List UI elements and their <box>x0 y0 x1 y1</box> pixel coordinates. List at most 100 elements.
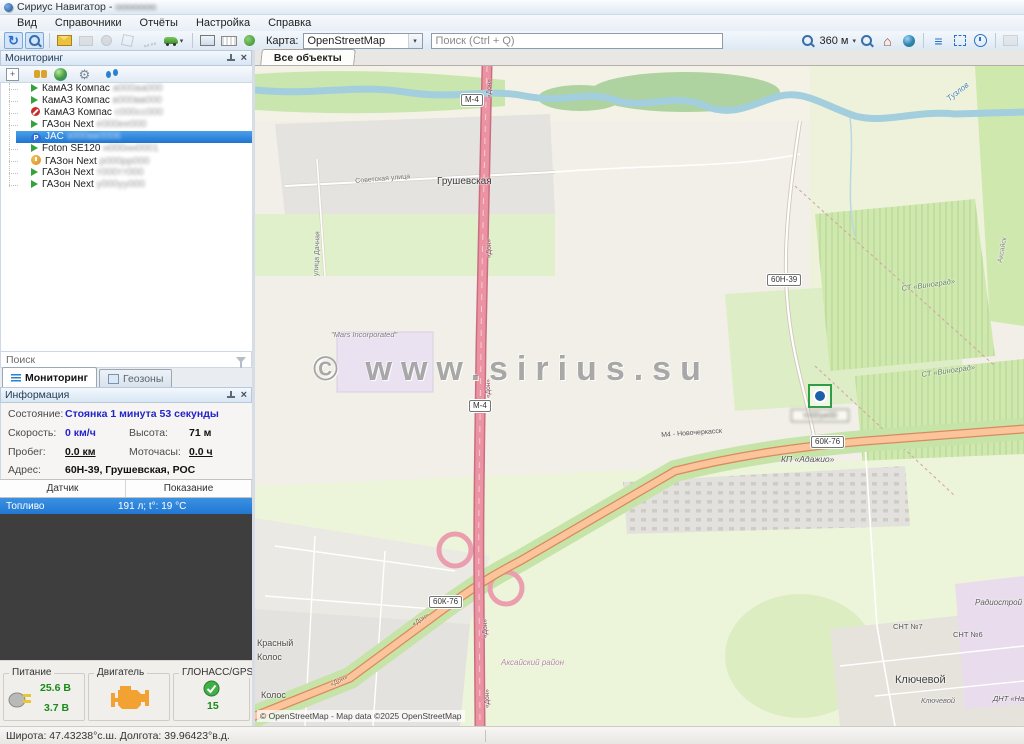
tab-monitoring[interactable]: Мониторинг <box>2 367 97 387</box>
map-label: СНТ №7 <box>893 622 923 631</box>
map-label: «Дон» <box>482 619 489 638</box>
globe-icon <box>54 68 67 81</box>
find-vehicle-button[interactable] <box>29 68 44 81</box>
satellite-icon <box>203 680 220 697</box>
vehicle-row[interactable]: ГАЗон Next р000рр000 <box>1 155 252 167</box>
map-label: Ключевой <box>895 674 946 686</box>
tab-geozones[interactable]: Геозоны <box>99 369 172 387</box>
sensor-column-header[interactable]: Показание <box>126 480 252 497</box>
gnss-label: ГЛОНАСС/GPS <box>179 667 256 678</box>
polygon-geozone-button[interactable] <box>118 32 137 49</box>
vehicle-row[interactable]: ГАЗон Next у000уу000 <box>1 179 252 191</box>
pin-icon[interactable] <box>226 391 235 400</box>
vehicle-plate-censored: н000нн0001 <box>103 143 159 154</box>
refresh-icon: ↻ <box>8 34 19 47</box>
circle-geozone-button[interactable] <box>97 32 116 49</box>
vehicle-row[interactable]: КамАЗ Компас а000аа000 <box>1 83 252 95</box>
vehicle-status-icon-moving <box>31 84 38 92</box>
map-select-combo[interactable]: OpenStreetMap ▾ <box>303 33 423 49</box>
vehicle-row[interactable]: ГАЗон Next е000ее000 <box>1 119 252 131</box>
search-tool-button[interactable] <box>25 32 44 49</box>
map-select-value: OpenStreetMap <box>308 35 408 47</box>
map-label: Колос <box>257 652 282 662</box>
toolbar-separator <box>192 33 193 48</box>
zoom-out-button[interactable] <box>857 32 876 49</box>
monitor-button[interactable] <box>198 32 217 49</box>
map-label: Аксайск <box>997 237 1008 264</box>
car-icon <box>164 37 178 44</box>
home-button[interactable]: ⌂ <box>878 32 897 49</box>
vehicle-row[interactable]: ГАЗон Next т000тт000 <box>1 167 252 179</box>
vehicle-name: КамАЗ Компас <box>44 107 115 118</box>
hours-value[interactable]: 0.0 ч <box>189 446 213 458</box>
open-folder-button[interactable] <box>76 32 95 49</box>
close-icon[interactable]: × <box>241 390 247 400</box>
send-command-button[interactable] <box>55 32 74 49</box>
menu-item[interactable]: Справка <box>259 17 320 29</box>
vehicle-tool-button[interactable]: ▾ <box>160 32 187 49</box>
info-panel-header: Информация × <box>0 387 252 403</box>
world-view-button[interactable] <box>899 32 918 49</box>
list-icon: ≡ <box>934 35 942 47</box>
map-label: ДНТ «На <box>993 694 1024 703</box>
gnss-satellites-count: 15 <box>207 700 219 712</box>
filter-funnel-icon[interactable] <box>236 357 246 363</box>
legend-button[interactable]: ≡ <box>929 32 948 49</box>
map-label: улица Дачная <box>313 231 322 276</box>
tariff-button[interactable] <box>240 32 259 49</box>
zoom-in-button[interactable] <box>798 32 817 49</box>
vehicle-row[interactable]: PJAC з000вв0006 <box>16 131 252 143</box>
pin-icon[interactable] <box>226 54 235 63</box>
show-on-map-button[interactable] <box>53 68 68 81</box>
road-shield: М-4 <box>469 400 491 412</box>
vehicle-name: ГАЗон Next <box>45 156 100 167</box>
vehicle-row[interactable]: КамАЗ Компас с000сс000 <box>1 107 252 119</box>
info-panel-body: Состояние: Стоянка 1 минута 53 секунды С… <box>0 403 252 479</box>
sensor-table-header: ДатчикПоказание <box>0 479 252 498</box>
track-button[interactable] <box>101 68 116 81</box>
refresh-button[interactable]: ↻ <box>4 32 23 49</box>
speed-value: 0 км/ч <box>65 427 96 439</box>
map-canvas[interactable]: Советская улицаГрушевскаяулица Дачная"Ma… <box>255 66 1024 726</box>
area-select-button[interactable] <box>950 32 969 49</box>
monitoring-toolbar: + ⚙ <box>0 66 252 83</box>
map-watermark: © www.sirius.su <box>313 350 710 389</box>
map-select-label: Карта: <box>266 35 299 47</box>
vehicle-name: КамАЗ Компас <box>42 83 113 94</box>
map-tab-all-objects[interactable]: Все объекты <box>260 49 355 65</box>
search-input[interactable] <box>431 33 723 49</box>
coordinates-readout: Широта: 47.43238°с.ш. Долгота: 39.96423°… <box>6 730 230 742</box>
menu-item[interactable]: Отчёты <box>131 17 187 29</box>
vehicle-row[interactable]: КамАЗ Компас в000вв000 <box>1 95 252 107</box>
monitoring-panel-title: Мониторинг <box>5 52 63 64</box>
history-button[interactable] <box>971 32 990 49</box>
route-button[interactable] <box>139 32 158 49</box>
settings-button[interactable]: ⚙ <box>77 68 92 81</box>
menu-item[interactable]: Вид <box>8 17 46 29</box>
zoom-scale-dropdown-icon[interactable]: ▾ <box>852 37 856 45</box>
globe-icon <box>903 35 915 47</box>
sensor-table: ДатчикПоказание Топливо191 л; t°: 19 °C <box>0 479 252 516</box>
messages-button[interactable] <box>1001 32 1020 49</box>
map-label: «Дон» <box>411 612 431 628</box>
vehicle-status-icon-moving <box>31 180 38 188</box>
sensor-table-empty-area <box>0 514 252 660</box>
expand-all-button[interactable]: + <box>5 68 20 81</box>
toolbar-separator <box>49 33 50 48</box>
keyboard-button[interactable] <box>219 32 238 49</box>
gear-icon: ⚙ <box>79 68 91 81</box>
menu-item[interactable]: Настройка <box>187 17 259 29</box>
gauges-panel: Питание 25.6 В 3.7 В Двигатель ГЛОНАСС/G… <box>0 660 252 727</box>
sensor-column-header[interactable]: Датчик <box>0 480 126 497</box>
tree-search-row[interactable]: Поиск <box>0 351 252 368</box>
speed-label: Скорость: <box>8 427 56 439</box>
mileage-value[interactable]: 0.0 км <box>65 446 96 458</box>
title-bar: Сириус Навигатор - ооооооо <box>0 0 1024 15</box>
vehicle-marker[interactable] <box>808 384 832 408</box>
selection-rect-icon <box>954 35 966 46</box>
coin-icon <box>244 35 255 46</box>
menu-item[interactable]: Справочники <box>46 17 131 29</box>
state-value: Стоянка 1 минута 53 секунды <box>65 408 219 420</box>
vehicle-row[interactable]: Foton SE120 н000нн0001 <box>1 143 252 155</box>
close-icon[interactable]: × <box>241 53 247 63</box>
